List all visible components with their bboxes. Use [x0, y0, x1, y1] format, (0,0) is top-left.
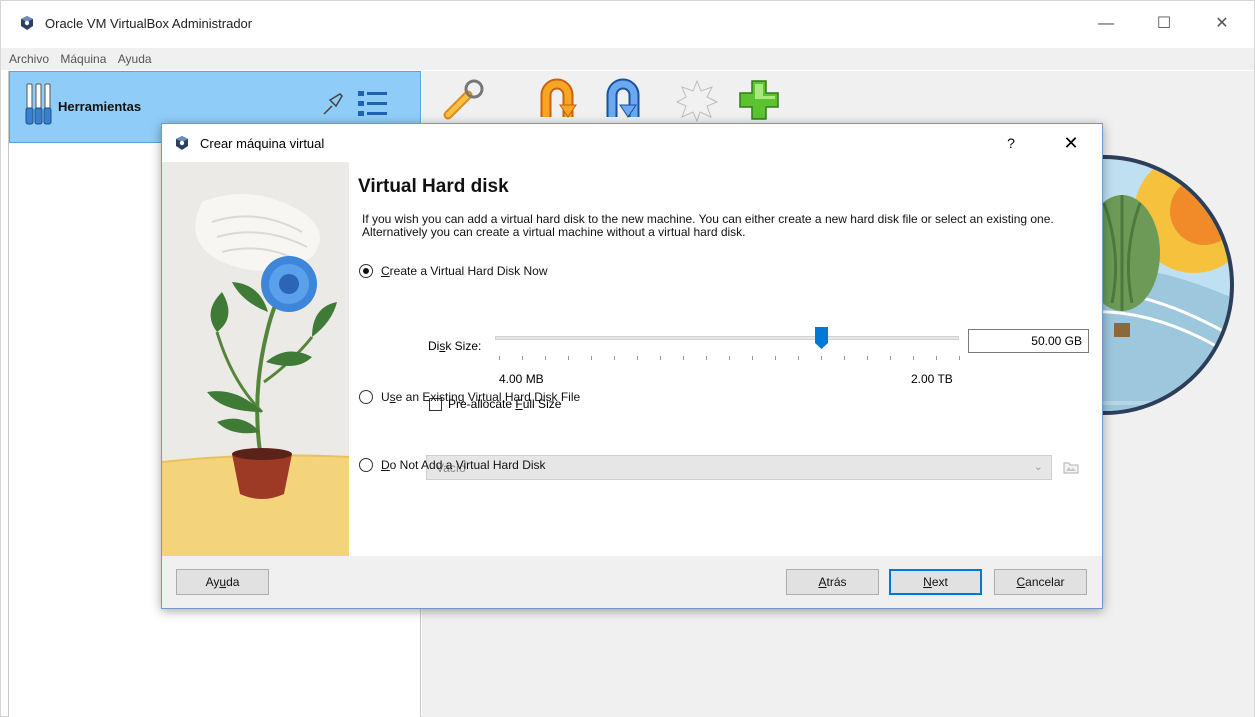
pin-icon[interactable]	[318, 88, 348, 118]
slider-tick	[683, 356, 684, 360]
next-button[interactable]: Next	[889, 569, 982, 595]
close-window-button[interactable]: ✕	[1202, 11, 1242, 37]
disk-size-input[interactable]: 50.00 GB	[968, 329, 1089, 353]
chevron-down-icon: ⌄	[1033, 461, 1043, 473]
slider-tick	[729, 356, 730, 360]
slider-tick	[913, 356, 914, 360]
slider-tick	[798, 356, 799, 360]
use-existing-disk-label: Use an Existing Virtual Hard Disk File	[381, 390, 581, 404]
maximize-button[interactable]: ☐	[1144, 11, 1184, 37]
menu-list-icon[interactable]	[356, 88, 390, 120]
page-heading: Virtual Hard disk	[358, 176, 509, 197]
slider-tick	[936, 356, 937, 360]
dialog-title: Crear máquina virtual	[200, 136, 325, 151]
slider-tick	[614, 356, 615, 360]
disk-size-slider-handle[interactable]	[815, 327, 828, 349]
back-button[interactable]: Atrás	[786, 569, 879, 595]
dialog-footer: Ayuda Atrás Next Cancelar	[162, 556, 1102, 608]
create-disk-now-radio[interactable]	[359, 264, 373, 278]
slider-tick	[660, 356, 661, 360]
discard-icon[interactable]	[534, 77, 580, 123]
tools-label: Herramientas	[58, 99, 142, 114]
title-bar: Oracle VM VirtualBox Administrador — ☐ ✕	[1, 1, 1254, 48]
minimize-button[interactable]: —	[1086, 11, 1126, 37]
start-icon[interactable]	[600, 77, 646, 123]
slider-tick	[545, 356, 546, 360]
no-disk-radio[interactable]	[359, 458, 373, 472]
slider-tick	[752, 356, 753, 360]
disk-size-slider[interactable]	[495, 336, 959, 340]
welcome-globe-image	[1094, 155, 1234, 415]
slider-tick	[637, 356, 638, 360]
menu-maquina[interactable]: Máquina	[60, 48, 106, 66]
menu-archivo[interactable]: Archivo	[9, 48, 49, 66]
settings-icon[interactable]	[442, 77, 488, 123]
flower-pot-illustration	[162, 162, 349, 556]
disk-size-min-label: 4.00 MB	[499, 372, 544, 386]
virtualbox-logo-icon	[21, 16, 33, 30]
add-icon[interactable]	[736, 77, 782, 123]
dialog-close-button[interactable]: ✕	[1056, 130, 1086, 156]
folder-browse-icon[interactable]	[1062, 458, 1080, 476]
no-disk-option[interactable]: Do Not Add a Virtual Hard Disk	[359, 456, 546, 474]
virtualbox-logo-icon	[176, 136, 188, 150]
slider-tick	[706, 356, 707, 360]
help-question-button[interactable]: ?	[996, 130, 1026, 156]
help-button[interactable]: Ayuda	[176, 569, 269, 595]
slider-tick	[591, 356, 592, 360]
cancel-button[interactable]: Cancelar	[994, 569, 1087, 595]
use-existing-disk-option[interactable]: Use an Existing Virtual Hard Disk File	[359, 388, 580, 406]
window-title: Oracle VM VirtualBox Administrador	[45, 16, 253, 31]
slider-tick	[499, 356, 500, 360]
use-existing-disk-radio[interactable]	[359, 390, 373, 404]
new-icon	[675, 79, 719, 123]
slider-tick	[568, 356, 569, 360]
no-disk-label: Do Not Add a Virtual Hard Disk	[381, 458, 546, 472]
slider-tick	[867, 356, 868, 360]
slider-tick	[959, 356, 960, 360]
create-disk-now-option[interactable]: Create a Virtual Hard Disk Now	[359, 262, 548, 280]
slider-tick	[522, 356, 523, 360]
dialog-title-bar: Crear máquina virtual ? ✕	[162, 124, 1102, 162]
slider-tick	[821, 356, 822, 360]
dialog-body: Virtual Hard disk If you wish you can ad…	[162, 162, 1102, 556]
create-vm-dialog: Crear máquina virtual ? ✕ Virtual Hard d…	[161, 123, 1103, 609]
slider-tick	[844, 356, 845, 360]
page-description: If you wish you can add a virtual hard d…	[362, 212, 1054, 239]
menu-bar: Archivo Máquina Ayuda	[1, 48, 1254, 70]
tools-icon	[25, 83, 52, 125]
slider-tick	[890, 356, 891, 360]
slider-tick	[775, 356, 776, 360]
menu-ayuda[interactable]: Ayuda	[118, 48, 152, 66]
virtualbox-main-window: Oracle VM VirtualBox Administrador — ☐ ✕…	[0, 0, 1255, 717]
disk-size-max-label: 2.00 TB	[911, 372, 953, 386]
create-disk-now-label: Create a Virtual Hard Disk Now	[381, 264, 548, 278]
disk-size-label: Disk Size:	[428, 339, 482, 353]
